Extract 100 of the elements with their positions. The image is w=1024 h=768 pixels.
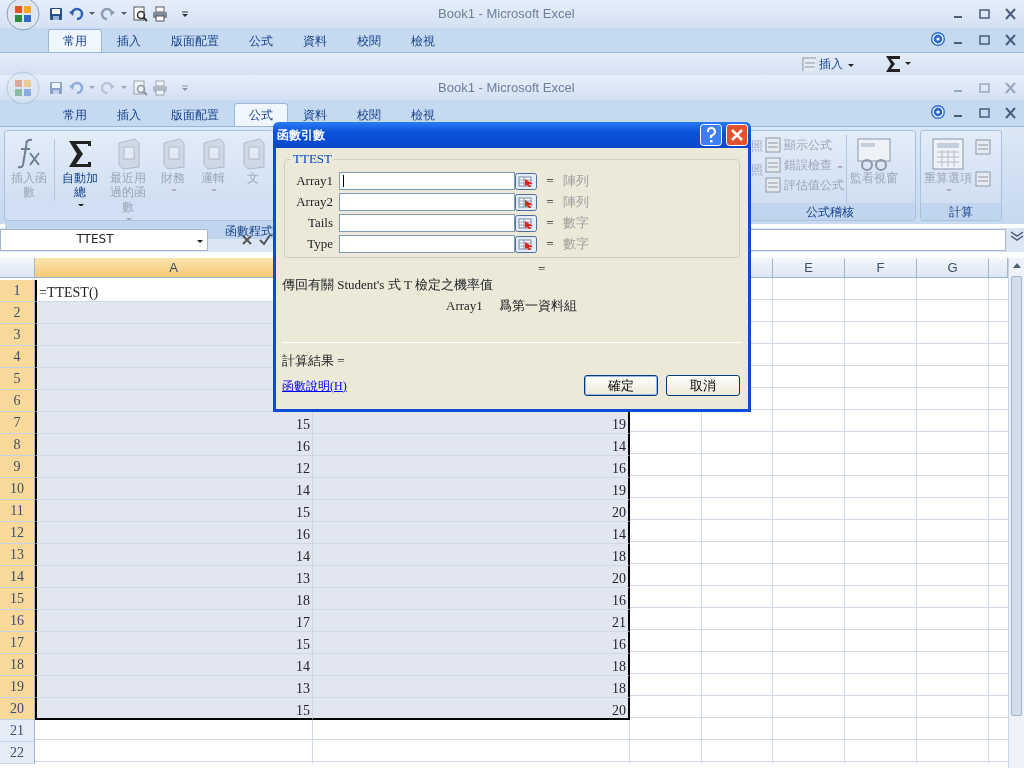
row-header[interactable]: 7 xyxy=(0,412,35,434)
collapse-dialog-icon[interactable] xyxy=(515,172,537,190)
ribbon-tab[interactable]: 校閱 xyxy=(342,103,396,126)
table-cell: 14 xyxy=(313,522,630,544)
row-header[interactable]: 13 xyxy=(0,544,35,566)
argument-name: Array1 xyxy=(446,298,483,314)
ribbon-tab[interactable]: 插入 xyxy=(102,29,156,52)
scroll-thumb[interactable] xyxy=(1011,276,1022,716)
table-cell: 20 xyxy=(313,566,630,588)
table-cell: 15 xyxy=(35,698,313,720)
ribbon-label: 照 xyxy=(751,138,763,155)
ribbon-tab[interactable]: 資料 xyxy=(288,103,342,126)
name-box[interactable]: TTEST xyxy=(0,229,208,251)
ribbon-tab[interactable]: 公式 xyxy=(234,29,288,52)
insert-button[interactable]: 插入 xyxy=(800,54,856,74)
column-header[interactable]: E xyxy=(773,258,845,278)
undo-icon[interactable] xyxy=(68,6,84,22)
argument-description: 爲第一資料組 xyxy=(498,298,577,314)
table-cell: 15 xyxy=(35,500,313,522)
equals-sign: = xyxy=(545,236,555,252)
row-header[interactable]: 10 xyxy=(0,478,35,500)
row-header[interactable]: 3 xyxy=(0,324,35,346)
table-cell: 16 xyxy=(313,588,630,610)
collapse-dialog-icon[interactable] xyxy=(515,214,537,232)
office-button[interactable] xyxy=(6,0,40,31)
print-preview-icon[interactable] xyxy=(132,6,148,22)
argument-hint: 數字 xyxy=(563,236,589,252)
calculator-icon xyxy=(929,137,967,171)
row-header[interactable]: 21 xyxy=(0,720,35,742)
column-header[interactable]: G xyxy=(917,258,989,278)
row-header[interactable]: 2 xyxy=(0,302,35,324)
column-header[interactable]: F xyxy=(845,258,917,278)
ribbon-icon xyxy=(765,157,781,173)
argument-label: Array1 xyxy=(295,173,333,189)
row-header[interactable]: 15 xyxy=(0,588,35,610)
help-icon[interactable] xyxy=(930,31,946,47)
help-link[interactable]: 函數說明(H) xyxy=(282,378,347,394)
ribbon-tab[interactable]: 常用 xyxy=(48,29,102,52)
caret-icon[interactable] xyxy=(88,10,96,18)
table-cell: 18 xyxy=(313,676,630,698)
ribbon-tab[interactable]: 公式 xyxy=(234,103,288,126)
row-header[interactable]: 18 xyxy=(0,654,35,676)
row-header[interactable]: 5 xyxy=(0,368,35,390)
collapse-dialog-icon[interactable] xyxy=(515,193,537,211)
row-header[interactable]: 9 xyxy=(0,456,35,478)
result-label: 計算結果 = xyxy=(282,352,345,369)
table-cell: 16 xyxy=(35,522,313,544)
argument-label: Tails xyxy=(306,215,333,231)
row-header[interactable]: 14 xyxy=(0,566,35,588)
ribbon-tab[interactable]: 版面配置 xyxy=(156,103,234,126)
table-cell: 21 xyxy=(313,610,630,632)
argument-field[interactable] xyxy=(339,172,515,190)
ribbon-tab[interactable]: 常用 xyxy=(48,103,102,126)
row-header[interactable]: 11 xyxy=(0,500,35,522)
row-header[interactable]: 17 xyxy=(0,632,35,654)
equals-sign: = xyxy=(545,173,555,189)
ribbon-tab[interactable]: 檢視 xyxy=(396,29,450,52)
ok-button[interactable]: 確定 xyxy=(584,375,658,397)
equals-sign: = xyxy=(545,215,555,231)
row-header[interactable]: 19 xyxy=(0,676,35,698)
save-icon[interactable] xyxy=(48,6,64,22)
help-icon[interactable] xyxy=(930,104,946,120)
ribbon-tab[interactable]: 版面配置 xyxy=(156,29,234,52)
ribbon-tab[interactable]: 資料 xyxy=(288,29,342,52)
collapse-dialog-icon[interactable] xyxy=(515,235,537,253)
row-header[interactable]: 20 xyxy=(0,698,35,720)
window-title: Book1 - Microsoft Excel xyxy=(438,78,575,97)
row-header[interactable]: 4 xyxy=(0,346,35,368)
argument-field[interactable] xyxy=(339,193,515,211)
row-header[interactable]: 16 xyxy=(0,610,35,632)
row-header[interactable]: 12 xyxy=(0,522,35,544)
table-cell: 15 xyxy=(35,632,313,654)
table-cell: 14 xyxy=(35,478,313,500)
row-header[interactable]: 22 xyxy=(0,742,35,764)
cancel-button[interactable]: 取消 xyxy=(666,375,740,397)
row-header[interactable]: 6 xyxy=(0,390,35,412)
equals-sign: = xyxy=(545,194,555,210)
customize-caret-icon[interactable] xyxy=(180,9,190,19)
redo-icon[interactable] xyxy=(100,6,116,22)
caret-icon[interactable] xyxy=(120,10,128,18)
table-cell: 13 xyxy=(35,676,313,698)
row-header[interactable]: 8 xyxy=(0,434,35,456)
printer-icon[interactable] xyxy=(152,6,168,22)
table-cell: 18 xyxy=(313,544,630,566)
insert-cells-icon xyxy=(802,57,816,71)
help-icon[interactable] xyxy=(700,124,722,146)
table-cell: 14 xyxy=(35,654,313,676)
ribbon-tab[interactable]: 檢視 xyxy=(396,103,450,126)
argument-label: Array2 xyxy=(295,194,333,210)
ribbon-tab[interactable]: 校閱 xyxy=(342,29,396,52)
close-icon[interactable] xyxy=(726,124,748,146)
ribbon-tab[interactable]: 插入 xyxy=(102,103,156,126)
table-cell: 15 xyxy=(35,412,313,434)
argument-field[interactable] xyxy=(339,214,515,232)
row-header[interactable]: 1 xyxy=(0,280,35,302)
table-cell: 12 xyxy=(35,456,313,478)
ribbon-button[interactable]: 自動加總 xyxy=(56,135,104,208)
argument-field[interactable] xyxy=(339,235,515,253)
dialog-title: 函數引數 xyxy=(277,127,325,143)
argument-label: Type xyxy=(306,236,333,252)
